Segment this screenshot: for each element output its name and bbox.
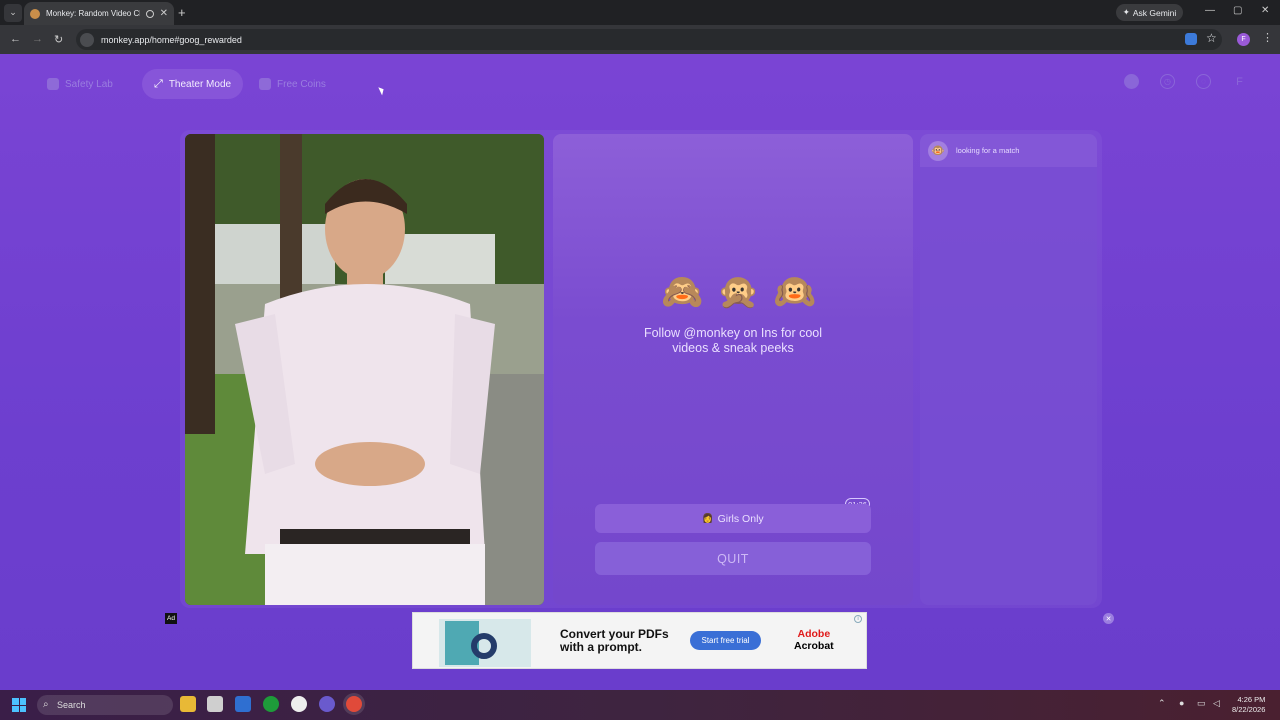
theater-mode-button[interactable]: ⤢ Theater Mode (142, 69, 244, 99)
chrome-icon[interactable] (346, 696, 362, 712)
show-hidden-icons-chevron-icon[interactable]: ⌃ (1158, 698, 1166, 709)
clock-time: 4:26 PM (1237, 695, 1266, 704)
mouse-cursor-icon (378, 85, 386, 96)
ad-info-icon[interactable]: i (854, 615, 862, 623)
hear-no-evil-monkey-icon: 🙉 (773, 273, 817, 311)
ad-headline-line-2: with a prompt. (560, 640, 642, 654)
follow-instagram-message: Follow @monkey on Ins for cool videos & … (613, 326, 853, 356)
windows-taskbar: ⌕ Search ⌃ ● ▭ ◁ 4:26 PM 8/22/2026 (0, 690, 1280, 720)
chat-bubble-icon[interactable]: ◌ (1196, 74, 1211, 89)
adobe-acrobat-ad[interactable]: Convert your PDFs with a prompt. Start f… (412, 612, 867, 669)
free-coins-button[interactable]: Free Coins (247, 69, 338, 99)
girls-only-label: Girls Only (717, 512, 764, 525)
monkey-favicon-icon (30, 8, 40, 19)
search-icon: ⌕ (43, 699, 49, 710)
adobe-acrobat-logo: Adobe Acrobat (794, 628, 834, 652)
see-no-evil-monkey-icon: 🙈 (661, 273, 704, 311)
media-app-icon[interactable] (291, 696, 307, 712)
follow-line-1: Follow @monkey on Ins for cool (643, 326, 823, 340)
monkey-emoji-row: 🙈 🙊 🙉 (661, 272, 816, 312)
browser-menu-icon[interactable]: ⋮ (1262, 31, 1273, 44)
microsoft-store-icon[interactable] (207, 696, 223, 712)
close-tab-icon[interactable]: ✕ (160, 8, 168, 19)
taskbar-clock[interactable]: 4:26 PM 8/22/2026 (1232, 695, 1265, 715)
profile-avatar[interactable]: F (1237, 33, 1250, 46)
recording-indicator-icon (145, 9, 154, 18)
chat-panel: 🐵 looking for a match (920, 134, 1097, 605)
tab-search-button[interactable]: ⌄ (4, 3, 22, 22)
reload-icon[interactable]: ↻ (54, 33, 63, 46)
close-window-icon[interactable]: ✕ (1261, 5, 1269, 16)
ad-headline: Convert your PDFs with a prompt. (560, 628, 669, 654)
volume-icon[interactable]: ◁ (1213, 698, 1220, 709)
quit-button[interactable]: QUIT (595, 542, 871, 575)
extension-icon[interactable] (1185, 33, 1197, 45)
network-icon[interactable]: ▭ (1197, 698, 1206, 709)
browser-tab-monkey[interactable]: Monkey: Random Video Ch ✕ (24, 2, 174, 25)
shield-icon (47, 78, 59, 90)
windows-start-icon[interactable] (12, 698, 26, 712)
start-free-trial-button[interactable]: Start free trial (690, 631, 761, 650)
theater-mode-label: Theater Mode (168, 78, 232, 90)
adobe-wordmark: Adobe (797, 628, 831, 640)
woman-icon: 👩 (702, 513, 714, 523)
xbox-icon[interactable] (263, 696, 279, 712)
ask-gemini-label: Ask Gemini (1132, 7, 1177, 18)
camera-video-feed (185, 134, 544, 605)
sparkle-icon: ✦ (1122, 7, 1130, 17)
back-arrow-icon[interactable]: ← (10, 33, 21, 45)
chat-header: 🐵 looking for a match (920, 134, 1097, 167)
calendar-app-icon[interactable] (235, 696, 251, 712)
microphone-icon[interactable]: ● (1179, 698, 1184, 708)
bookmark-star-icon[interactable]: ☆ (1206, 31, 1217, 45)
ad-chart-graphic (471, 633, 497, 659)
file-explorer-icon[interactable] (180, 696, 196, 712)
new-tab-button[interactable]: + (178, 5, 186, 20)
monkey-avatar: 🐵 (928, 140, 948, 161)
match-status-panel: 🙈 🙊 🙉 Follow @monkey on Ins for cool vid… (553, 134, 913, 605)
close-ad-button[interactable]: ✕ (1103, 613, 1114, 624)
gift-icon (259, 78, 271, 90)
maximize-window-icon[interactable]: ▢ (1233, 5, 1242, 16)
expand-icon: ⤢ (154, 77, 163, 90)
taskbar-search-label: Search (57, 700, 86, 710)
address-bar[interactable]: monkey.app/home#goog_rewarded (76, 29, 1222, 50)
chat-status-text: looking for a match (956, 146, 1020, 155)
clock-date: 8/22/2026 (1232, 705, 1266, 714)
history-clock-icon[interactable]: ◷ (1160, 74, 1175, 89)
acrobat-wordmark: Acrobat (794, 640, 834, 652)
coin-icon[interactable] (1124, 74, 1139, 89)
speak-no-evil-monkey-icon: 🙊 (717, 273, 760, 311)
url-text: monkey.app/home#goog_rewarded (101, 34, 242, 45)
tab-title: Monkey: Random Video Ch (46, 9, 140, 18)
taskbar-search-box[interactable]: ⌕ Search (37, 695, 173, 715)
forward-arrow-icon[interactable]: → (32, 33, 43, 45)
ask-gemini-button[interactable]: ✦ Ask Gemini (1116, 4, 1183, 21)
ad-badge: Ad (165, 613, 177, 624)
discord-icon[interactable] (319, 696, 335, 712)
free-coins-label: Free Coins (277, 78, 326, 90)
camera-video-image (185, 134, 544, 605)
site-info-icon[interactable] (80, 32, 94, 47)
safety-lab-label: Safety Lab (65, 78, 113, 90)
safety-lab-button[interactable]: Safety Lab (35, 69, 125, 99)
minimize-window-icon[interactable]: — (1205, 5, 1215, 16)
ad-product-image (439, 619, 531, 667)
browser-tab-strip: ⌄ (0, 0, 1280, 25)
follow-line-2: videos & sneak peeks (672, 341, 794, 355)
profile-initial-button[interactable]: F (1232, 74, 1247, 89)
girls-only-button[interactable]: 👩 Girls Only (595, 504, 871, 533)
